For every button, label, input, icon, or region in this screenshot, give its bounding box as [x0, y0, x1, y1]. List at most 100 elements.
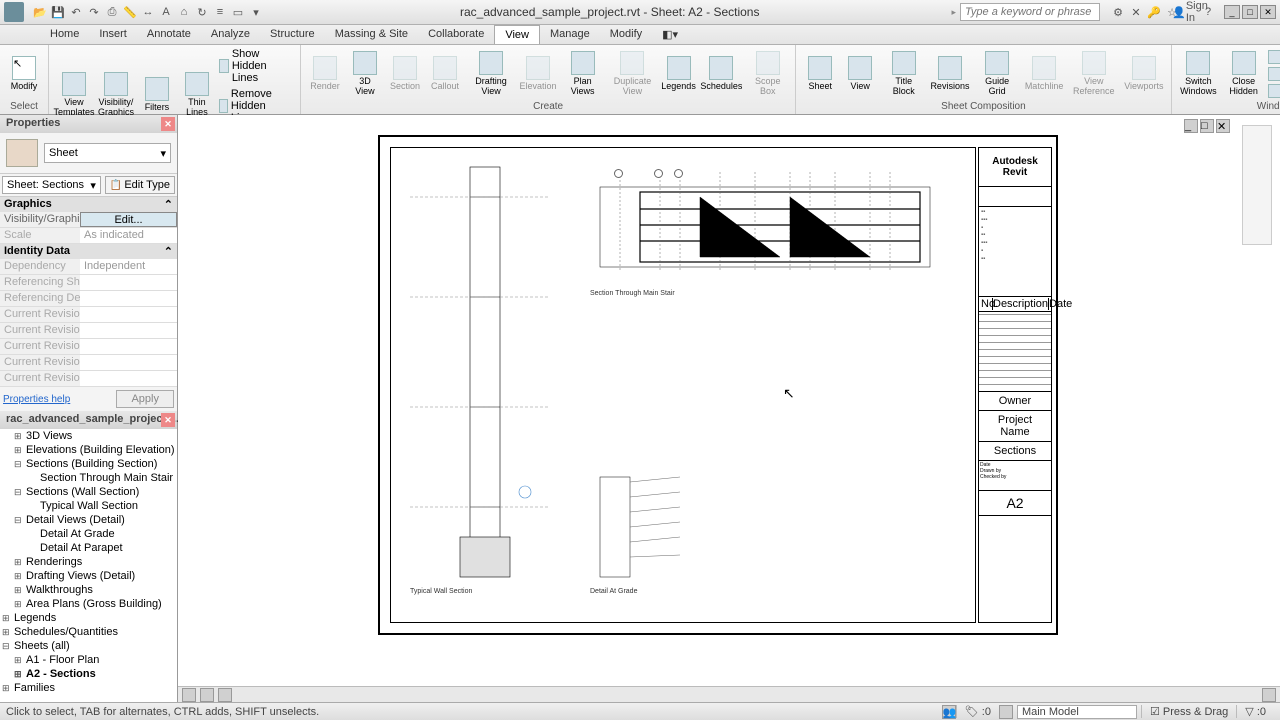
- tab-structure[interactable]: Structure: [260, 25, 325, 44]
- cascade-button[interactable]: Cascade: [1268, 66, 1280, 82]
- visibility-edit-button[interactable]: Edit...: [80, 212, 177, 227]
- press-drag-toggle[interactable]: ☑ Press & Drag: [1141, 705, 1236, 718]
- minimize-view-icon[interactable]: _: [1184, 119, 1198, 133]
- tree-item[interactable]: Detail At Parapet: [0, 541, 177, 555]
- tree-item[interactable]: ⊞Area Plans (Gross Building): [0, 597, 177, 611]
- close-button[interactable]: ✕: [1260, 5, 1276, 19]
- title-block[interactable]: Autodesk Revit ▪▪▪▪▪▪▪▪▪▪▪▪▪▪ No.Descrip…: [978, 147, 1052, 623]
- tree-item[interactable]: ⊞Schedules/Quantities: [0, 625, 177, 639]
- plan-views-button[interactable]: Plan Views: [561, 49, 605, 99]
- guide-grid-button[interactable]: Guide Grid: [975, 49, 1020, 99]
- undo-icon[interactable]: ↶: [68, 4, 84, 20]
- switch-windows-button[interactable]: Switch Windows: [1178, 49, 1219, 99]
- tab-massing[interactable]: Massing & Site: [325, 25, 418, 44]
- tree-item[interactable]: ⊞A2 - Sections: [0, 667, 177, 681]
- close-hidden-button[interactable]: Close Hidden: [1223, 49, 1264, 99]
- help-icon[interactable]: ?: [1200, 4, 1216, 20]
- visual-style-icon[interactable]: [218, 688, 232, 702]
- search-input[interactable]: [960, 3, 1100, 21]
- tree-item[interactable]: ⊞A1 - Floor Plan: [0, 653, 177, 667]
- drawing-canvas[interactable]: Section Through Main Stair Typical Wall …: [178, 115, 1280, 702]
- key-icon[interactable]: 🔑: [1146, 4, 1162, 20]
- tree-item[interactable]: ⊞Families: [0, 681, 177, 695]
- filter-count[interactable]: ▽ :0: [1236, 705, 1274, 718]
- tab-insert[interactable]: Insert: [89, 25, 137, 44]
- print-icon[interactable]: ⎙: [104, 4, 120, 20]
- sync-icon[interactable]: ↻: [194, 4, 210, 20]
- sheet-button[interactable]: Sheet: [802, 54, 838, 94]
- tree-item[interactable]: Detail At Grade: [0, 527, 177, 541]
- crop-icon[interactable]: [1262, 688, 1276, 702]
- tree-item[interactable]: ⊞Walkthroughs: [0, 583, 177, 597]
- schedules-button[interactable]: Schedules: [701, 54, 743, 94]
- revisions-button[interactable]: Revisions: [929, 54, 970, 94]
- tree-item[interactable]: ⊟Detail Views (Detail): [0, 513, 177, 527]
- sheet-icon[interactable]: ▭: [230, 4, 246, 20]
- tree-item[interactable]: ⊟Sections (Building Section): [0, 457, 177, 471]
- legends-button[interactable]: Legends: [661, 54, 697, 94]
- minimize-button[interactable]: _: [1224, 5, 1240, 19]
- drafting-view-button[interactable]: Drafting View: [467, 49, 515, 99]
- tree-item[interactable]: ⊞Elevations (Building Elevation): [0, 443, 177, 457]
- tab-view[interactable]: View: [494, 25, 540, 44]
- tile-button[interactable]: Tile: [1268, 83, 1280, 99]
- viewport-detail[interactable]: Detail At Grade: [580, 467, 700, 587]
- visibility-button[interactable]: Visibility/ Graphics: [97, 70, 135, 120]
- filters-button[interactable]: Filters: [139, 75, 175, 115]
- tree-item[interactable]: Section Through Main Stair: [0, 471, 177, 485]
- detail-level-icon[interactable]: [200, 688, 214, 702]
- 3d-view-button[interactable]: 3D View: [347, 49, 383, 99]
- viewport-wall[interactable]: Typical Wall Section: [400, 147, 560, 587]
- save-icon[interactable]: 💾: [50, 4, 66, 20]
- sheet-paper[interactable]: Section Through Main Stair Typical Wall …: [378, 135, 1058, 635]
- text-icon[interactable]: A: [158, 4, 174, 20]
- tab-collaborate[interactable]: Collaborate: [418, 25, 494, 44]
- exchange-icon[interactable]: ✕: [1128, 4, 1144, 20]
- replicate-button[interactable]: Replicate: [1268, 49, 1280, 65]
- tab-modify[interactable]: Modify: [600, 25, 652, 44]
- tree-item[interactable]: ⊞Legends: [0, 611, 177, 625]
- graphics-section[interactable]: Graphics⌃: [0, 197, 177, 212]
- scale-icon[interactable]: [182, 688, 196, 702]
- tab-analyze[interactable]: Analyze: [201, 25, 260, 44]
- instance-combo[interactable]: Sheet: Sections▾: [2, 176, 101, 194]
- tab-annotate[interactable]: Annotate: [137, 25, 201, 44]
- properties-help-link[interactable]: Properties help: [3, 394, 70, 405]
- maximize-button[interactable]: □: [1242, 5, 1258, 19]
- type-selector-combo[interactable]: Sheet▾: [44, 143, 171, 163]
- modify-button[interactable]: ↖Modify: [6, 54, 42, 94]
- grid-bubble[interactable]: [614, 169, 623, 178]
- tree-item[interactable]: ⊞Drafting Views (Detail): [0, 569, 177, 583]
- view-templates-button[interactable]: View Templates: [55, 70, 93, 120]
- project-browser[interactable]: ⊞3D Views⊞Elevations (Building Elevation…: [0, 429, 177, 702]
- identity-section[interactable]: Identity Data⌃: [0, 244, 177, 259]
- more-icon[interactable]: ▾: [248, 4, 264, 20]
- tab-addons[interactable]: ◧▾: [652, 25, 688, 44]
- worksets-icon[interactable]: 👥: [942, 705, 956, 719]
- 3d-icon[interactable]: ⌂: [176, 4, 192, 20]
- signin-button[interactable]: 👤 Sign In: [1182, 4, 1198, 20]
- grid-bubble[interactable]: [654, 169, 663, 178]
- thin-lines-button[interactable]: Thin Lines: [179, 70, 215, 120]
- tab-manage[interactable]: Manage: [540, 25, 600, 44]
- redo-icon[interactable]: ↷: [86, 4, 102, 20]
- app-menu-icon[interactable]: [4, 2, 24, 22]
- view-button[interactable]: View: [842, 54, 878, 94]
- title-block-button[interactable]: Title Block: [882, 49, 925, 99]
- tree-item[interactable]: ⊟Sections (Wall Section): [0, 485, 177, 499]
- close-view-icon[interactable]: ✕: [1216, 119, 1230, 133]
- apply-button[interactable]: Apply: [116, 390, 174, 408]
- maximize-view-icon[interactable]: □: [1200, 119, 1214, 133]
- show-hidden-button[interactable]: Show Hidden Lines: [219, 47, 294, 85]
- tree-item[interactable]: Typical Wall Section: [0, 499, 177, 513]
- tree-item[interactable]: ⊟Sheets (all): [0, 639, 177, 653]
- design-options-combo[interactable]: Main Model: [1017, 705, 1137, 719]
- dim-icon[interactable]: ↔: [140, 4, 156, 20]
- measure-icon[interactable]: 📏: [122, 4, 138, 20]
- grid-bubble[interactable]: [674, 169, 683, 178]
- tree-item[interactable]: ⊞Renderings: [0, 555, 177, 569]
- editable-icon[interactable]: [999, 705, 1013, 719]
- open-icon[interactable]: 📂: [32, 4, 48, 20]
- tab-home[interactable]: Home: [40, 25, 89, 44]
- tree-item[interactable]: ⊞3D Views: [0, 429, 177, 443]
